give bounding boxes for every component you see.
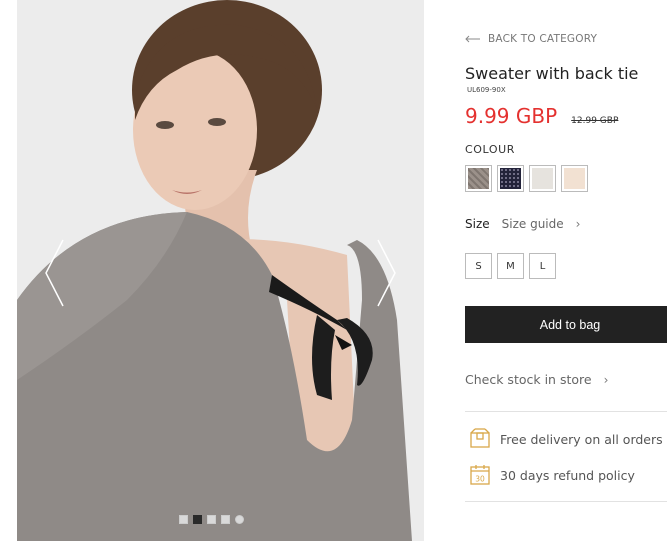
product-title: Sweater with back tie: [465, 64, 639, 83]
colour-swatch-light-grey[interactable]: [529, 165, 556, 192]
calendar-icon-text: 30: [475, 475, 485, 484]
check-stock-label: Check stock in store: [465, 372, 592, 387]
chevron-right-icon: ›: [603, 372, 609, 387]
delivery-text: Free delivery on all orders: [500, 431, 663, 447]
check-stock-link[interactable]: Check stock in store ›: [465, 372, 608, 387]
back-to-category-link[interactable]: BACK TO CATEGORY: [465, 33, 597, 45]
current-price: 9.99 GBP: [465, 104, 558, 128]
delivery-box-icon: [470, 428, 490, 448]
add-to-bag-button[interactable]: Add to bag: [465, 306, 667, 343]
size-label: Size: [465, 217, 490, 231]
size-option-l[interactable]: L: [529, 253, 556, 279]
price-row: 9.99 GBP 12.99 GBP: [465, 104, 618, 128]
chevron-left-icon[interactable]: [43, 238, 67, 308]
size-guide-link[interactable]: Size guide: [502, 217, 564, 231]
refund-feature: 30 30 days refund policy: [469, 464, 635, 486]
calendar-icon: 30: [470, 465, 490, 485]
product-image-gallery: [17, 0, 424, 541]
gallery-dot[interactable]: [221, 515, 230, 524]
refund-text: 30 days refund policy: [500, 467, 635, 483]
product-info-panel: BACK TO CATEGORY Sweater with back tie U…: [465, 0, 667, 541]
colour-swatch-navy-glitter[interactable]: [497, 165, 524, 192]
chevron-right-icon[interactable]: [374, 238, 398, 308]
divider: [465, 501, 667, 502]
size-options: S M L: [465, 253, 556, 279]
delivery-feature: Free delivery on all orders: [469, 428, 663, 450]
arrow-left-icon: [465, 35, 480, 43]
product-sku: UL609-90X: [467, 86, 506, 94]
divider: [465, 411, 667, 412]
colour-swatches: [465, 165, 588, 192]
product-photo: [17, 0, 424, 541]
chevron-right-icon[interactable]: ›: [576, 217, 581, 231]
gallery-dot[interactable]: [235, 515, 244, 524]
old-price: 12.99 GBP: [571, 116, 619, 126]
size-option-s[interactable]: S: [465, 253, 492, 279]
gallery-dot-active[interactable]: [193, 515, 202, 524]
colour-swatch-grey-melange[interactable]: [465, 165, 492, 192]
gallery-dot[interactable]: [207, 515, 216, 524]
colour-label: COLOUR: [465, 143, 516, 156]
size-option-m[interactable]: M: [497, 253, 524, 279]
gallery-pagination: [179, 515, 244, 524]
colour-swatch-cream[interactable]: [561, 165, 588, 192]
back-to-category-label: BACK TO CATEGORY: [488, 33, 598, 45]
gallery-dot[interactable]: [179, 515, 188, 524]
size-row: Size Size guide ›: [465, 217, 580, 231]
